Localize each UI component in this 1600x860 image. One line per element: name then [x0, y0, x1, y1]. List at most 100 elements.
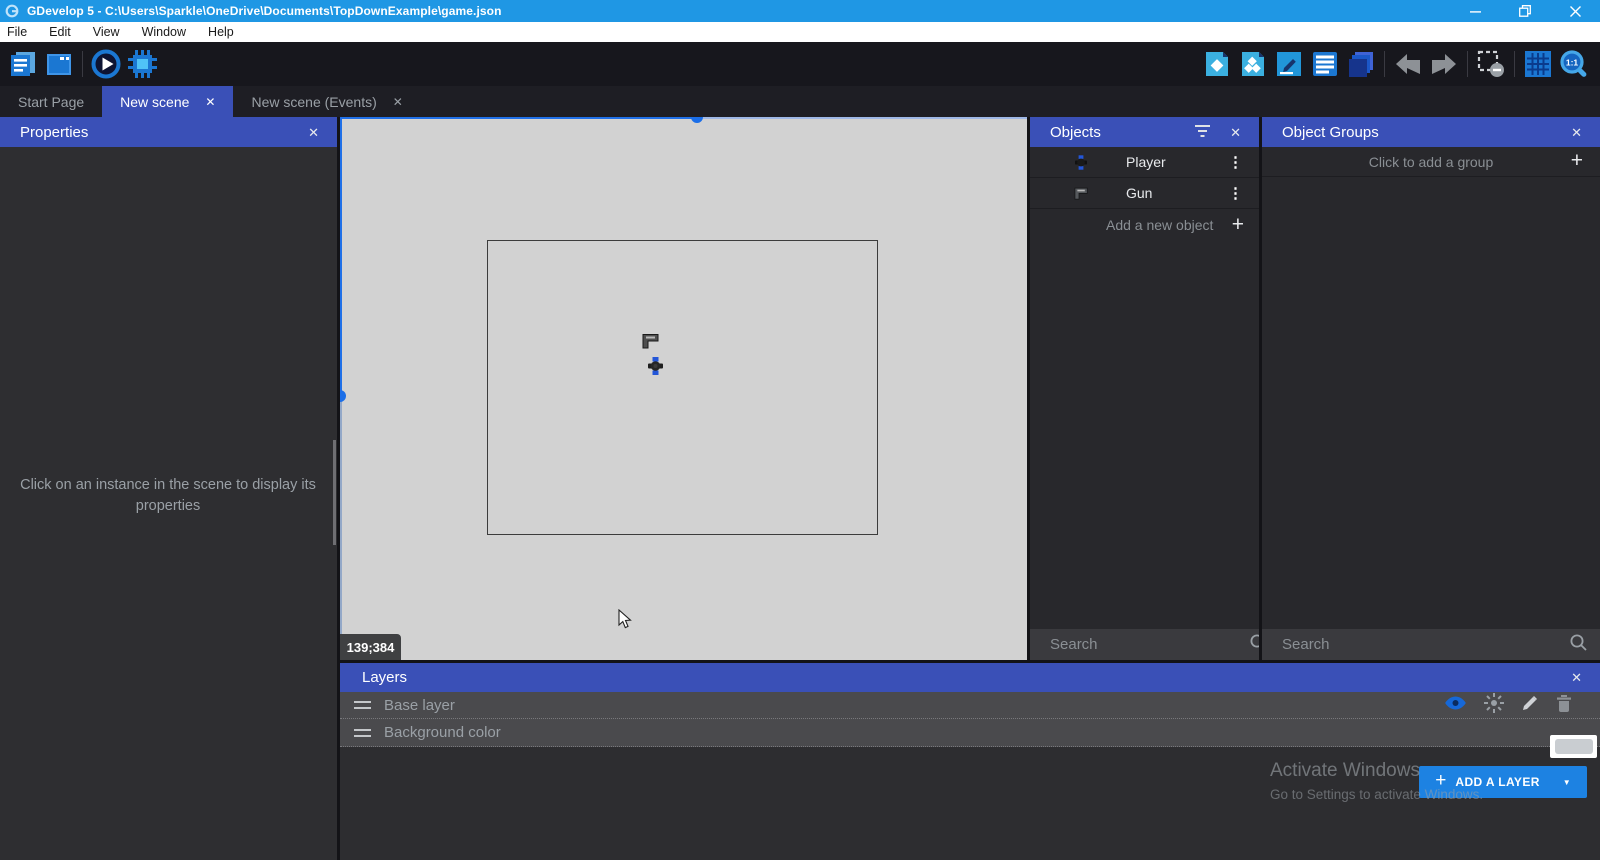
- add-object-row[interactable]: Add a new object +: [1030, 209, 1259, 240]
- minimize-icon: [1470, 6, 1481, 17]
- layers-icon: [1346, 50, 1376, 79]
- close-panel-icon[interactable]: ✕: [1224, 124, 1247, 141]
- scene-properties-button[interactable]: [1307, 46, 1343, 82]
- scrollbar-handle[interactable]: [340, 390, 346, 402]
- close-tab-icon[interactable]: ✕: [393, 96, 403, 108]
- edit-scene-button[interactable]: [1271, 46, 1307, 82]
- redo-icon: [1429, 51, 1459, 77]
- toolbar-separator: [82, 51, 83, 77]
- undo-icon: [1393, 51, 1423, 77]
- toolbar-separator: [1467, 51, 1468, 77]
- tab-bar: Start Page New scene ✕ New scene (Events…: [0, 86, 1600, 117]
- objects-search-input[interactable]: [1050, 636, 1249, 653]
- chevron-down-icon[interactable]: ▼: [1563, 778, 1571, 787]
- grid-button[interactable]: [1520, 46, 1556, 82]
- grid-icon: [1524, 50, 1552, 78]
- close-panel-icon[interactable]: ✕: [1565, 669, 1588, 686]
- play-button[interactable]: [88, 46, 124, 82]
- background-color-swatch[interactable]: [1550, 735, 1597, 758]
- undo-button[interactable]: [1390, 46, 1426, 82]
- add-group-row[interactable]: Click to add a group +: [1262, 147, 1600, 177]
- scrollbar-handle[interactable]: [691, 117, 703, 123]
- close-tab-icon[interactable]: ✕: [205, 96, 215, 108]
- plus-icon[interactable]: +: [1568, 150, 1586, 171]
- panel-divider[interactable]: [1259, 117, 1262, 660]
- player-instance[interactable]: [648, 357, 663, 380]
- object-menu-icon[interactable]: ⋮: [1224, 184, 1247, 202]
- toolbar-separator: [1384, 51, 1385, 77]
- layer-row-background-color[interactable]: Background color: [340, 719, 1600, 747]
- add-object-button[interactable]: [1199, 46, 1235, 82]
- canvas-scrollbar-vertical[interactable]: [340, 396, 342, 660]
- play-icon: [90, 48, 122, 80]
- properties-scrollbar[interactable]: [333, 440, 336, 545]
- tab-label: New scene (Events): [251, 94, 376, 110]
- drag-handle-icon[interactable]: [354, 701, 371, 709]
- canvas-scrollbar-horizontal[interactable]: [697, 117, 1027, 119]
- scene-window-bounds: [487, 240, 878, 535]
- object-menu-icon[interactable]: ⋮: [1224, 153, 1247, 171]
- restore-icon: [1519, 5, 1531, 17]
- redo-button[interactable]: [1426, 46, 1462, 82]
- restore-button[interactable]: [1500, 0, 1550, 22]
- object-row-gun[interactable]: Gun ⋮: [1030, 178, 1259, 209]
- object-groups-search-input[interactable]: [1282, 636, 1569, 653]
- object-name: Gun: [1126, 185, 1224, 201]
- tab-label: New scene: [120, 94, 189, 110]
- visibility-eye-icon[interactable]: [1444, 695, 1467, 716]
- player-thumbnail-icon: [1072, 155, 1090, 170]
- open-layers-button[interactable]: [1343, 46, 1379, 82]
- gun-instance[interactable]: [642, 332, 660, 354]
- add-object-icon: [1203, 50, 1231, 78]
- drag-handle-icon[interactable]: [354, 729, 371, 737]
- edit-pencil-icon: [1275, 50, 1303, 78]
- minimize-button[interactable]: [1450, 0, 1500, 22]
- object-row-player[interactable]: Player ⋮: [1030, 147, 1259, 178]
- add-layer-button[interactable]: + ADD A LAYER ▼: [1419, 766, 1587, 798]
- menu-edit[interactable]: Edit: [38, 22, 82, 42]
- add-layer-label: ADD A LAYER: [1455, 775, 1539, 789]
- canvas-scrollbar-horizontal[interactable]: [340, 117, 697, 119]
- scene-editor-canvas[interactable]: 139;384: [340, 117, 1027, 660]
- mask-button[interactable]: [1473, 46, 1509, 82]
- filter-icon[interactable]: [1195, 124, 1210, 141]
- close-icon: [1570, 6, 1581, 17]
- object-groups-search-bar: [1262, 629, 1600, 660]
- menu-window[interactable]: Window: [131, 22, 197, 42]
- zoom-1-1-icon: 1:1: [1559, 49, 1589, 79]
- objects-panel-title: Objects: [1050, 124, 1195, 141]
- edit-pencil-icon[interactable]: [1521, 694, 1539, 717]
- object-groups-panel-title: Object Groups: [1282, 124, 1565, 141]
- effects-icon[interactable]: [1484, 693, 1504, 718]
- close-panel-icon[interactable]: ✕: [1565, 124, 1588, 141]
- debugger-button[interactable]: [124, 46, 160, 82]
- menu-view[interactable]: View: [82, 22, 131, 42]
- gun-thumbnail-icon: [1072, 186, 1090, 200]
- layers-panel-title: Layers: [362, 669, 1565, 686]
- start-page-button[interactable]: [41, 46, 77, 82]
- tab-new-scene-events[interactable]: New scene (Events) ✕: [233, 86, 420, 117]
- tab-start-page[interactable]: Start Page: [0, 86, 102, 117]
- zoom-1-1-button[interactable]: 1:1: [1556, 46, 1592, 82]
- panel-divider[interactable]: [1027, 117, 1030, 660]
- project-manager-button[interactable]: [5, 46, 41, 82]
- layers-panel: Layers ✕ Base layer: [340, 663, 1600, 860]
- close-panel-icon[interactable]: ✕: [302, 124, 325, 141]
- tab-new-scene[interactable]: New scene ✕: [102, 86, 233, 117]
- add-object-group-icon: [1239, 50, 1267, 78]
- menu-bar: File Edit View Window Help: [0, 22, 1600, 42]
- list-icon: [1311, 50, 1339, 78]
- menu-file[interactable]: File: [0, 22, 38, 42]
- canvas-scrollbar-vertical[interactable]: [340, 117, 342, 396]
- layer-name: Background color: [384, 724, 1586, 741]
- project-manager-icon: [8, 50, 38, 78]
- gdevelop-logo-icon: [5, 4, 19, 18]
- svg-text:1:1: 1:1: [1566, 58, 1579, 68]
- plus-icon[interactable]: +: [1229, 214, 1247, 235]
- layer-row-base[interactable]: Base layer: [340, 692, 1600, 719]
- menu-help[interactable]: Help: [197, 22, 245, 42]
- trash-icon[interactable]: [1556, 694, 1572, 717]
- close-button[interactable]: [1550, 0, 1600, 22]
- objects-search-bar: [1030, 629, 1259, 660]
- add-object-group-button[interactable]: [1235, 46, 1271, 82]
